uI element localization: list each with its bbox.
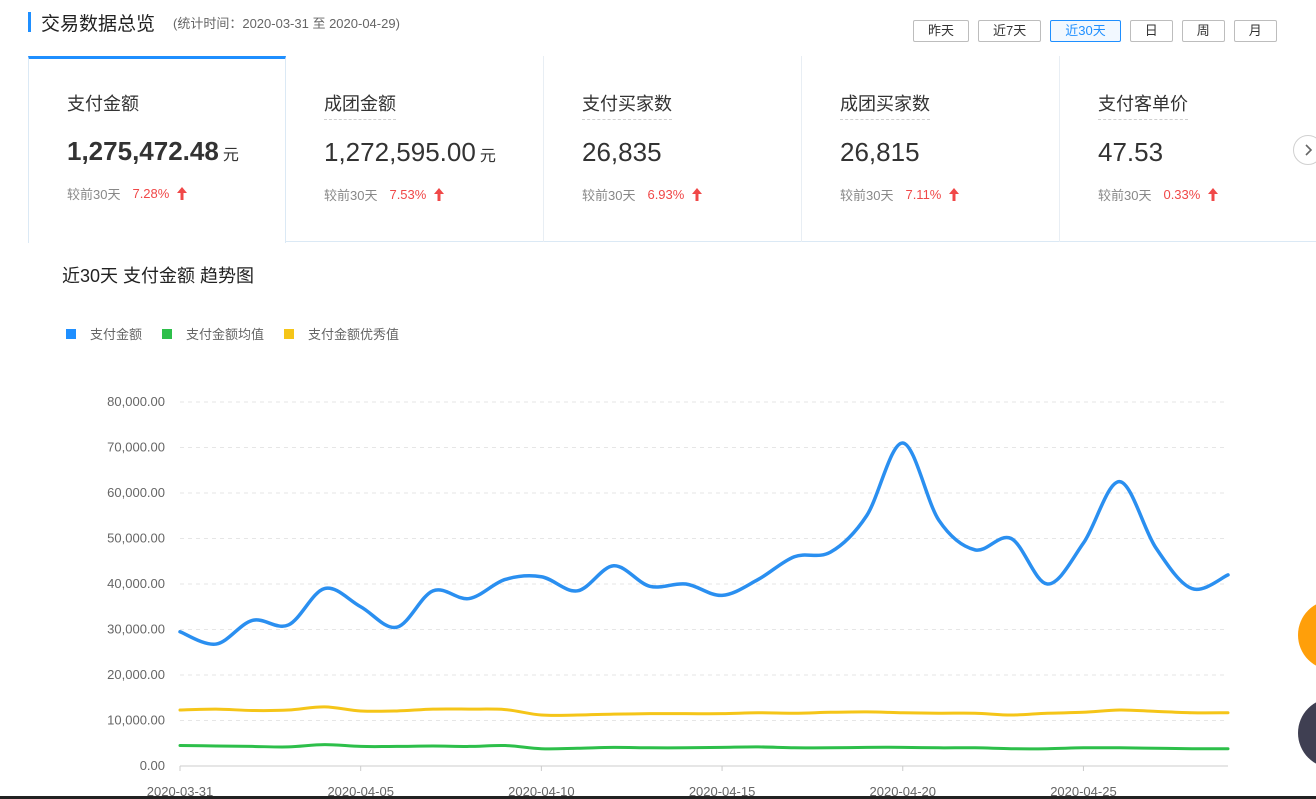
metric-unit: 元 [479, 148, 496, 165]
metric-name: 支付买家数 [582, 90, 672, 120]
arrow-up-icon [949, 188, 960, 201]
metric-compare: 较前30天 6.93% [582, 185, 801, 204]
y-tick-label: 20,000.00 [107, 667, 165, 682]
metric-name: 支付金额 [67, 94, 139, 114]
metric-name: 成团买家数 [840, 90, 930, 120]
metric-number: 47.53 [1098, 137, 1164, 167]
arrow-up-icon [1208, 188, 1219, 201]
legend-swatch [162, 328, 173, 339]
arrow-up-icon [434, 188, 445, 201]
metric-card-group-amount[interactable]: 成团金额 1,272,595.00 元 较前30天 7.53% [286, 56, 544, 242]
legend-label: 支付金额 [90, 327, 143, 342]
metric-number: 26,835 [582, 137, 662, 167]
metric-value: 1,275,472.48 元 [67, 136, 285, 167]
compare-percent: 0.33% [1163, 187, 1201, 202]
period-30days-button[interactable]: 近30天 [1050, 20, 1121, 42]
compare-label: 较前30天 [1098, 188, 1152, 203]
page-title: 交易数据总览 [41, 13, 156, 35]
compare-label: 较前30天 [582, 188, 636, 203]
metric-compare: 较前30天 0.33% [1098, 185, 1316, 204]
trade-overview-page: 交易数据总览 (统计时间：2020-03-31 至 2020-04-29) 昨天… [0, 0, 1316, 799]
y-tick-label: 80,000.00 [107, 394, 165, 409]
compare-percent: 7.53% [389, 187, 427, 202]
metric-number: 1,275,472.48 [67, 136, 219, 166]
series-line-pay-amount-avg [178, 743, 1230, 751]
compare-label: 较前30天 [840, 188, 894, 203]
legend-swatch [66, 328, 76, 339]
y-tick-label: 10,000.00 [107, 713, 165, 728]
section-accent-bar [28, 12, 31, 32]
section-header: 交易数据总览 (统计时间：2020-03-31 至 2020-04-29) [28, 8, 400, 36]
metric-card-pay-buyers[interactable]: 支付买家数 26,835 较前30天 6.93% [544, 56, 802, 242]
legend-item-pay-amount-excellent[interactable]: 支付金额优秀值 [284, 324, 399, 343]
period-selector: 昨天 近7天 近30天 日 周 月 [913, 20, 1277, 42]
compare-percent: 6.93% [647, 187, 685, 202]
metric-value: 26,815 [840, 137, 1059, 168]
period-week-button[interactable]: 周 [1181, 20, 1225, 42]
metric-unit: 元 [222, 147, 239, 164]
stat-date-range: (统计时间：2020-03-31 至 2020-04-29) [173, 15, 400, 31]
metric-compare: 较前30天 7.53% [324, 185, 543, 204]
y-tick-label: 30,000.00 [107, 622, 165, 637]
metric-card-unit-price[interactable]: 支付客单价 47.53 较前30天 0.33% [1060, 56, 1316, 242]
compare-percent: 7.28% [132, 186, 170, 201]
y-tick-label: 50,000.00 [107, 531, 165, 546]
legend-label: 支付金额均值 [186, 327, 265, 342]
period-7days-button[interactable]: 近7天 [978, 20, 1042, 42]
metric-number: 1,272,595.00 [324, 137, 476, 167]
period-day-button[interactable]: 日 [1129, 20, 1173, 42]
arrow-up-icon [692, 188, 703, 201]
compare-label: 较前30天 [67, 187, 121, 202]
series-line-pay-amount-excellent [178, 705, 1230, 717]
metric-cards: 支付金额 1,275,472.48 元 较前30天 7.28% 成团金额 1,27… [28, 56, 1316, 243]
compare-label: 较前30天 [324, 188, 378, 203]
metric-name: 成团金额 [324, 90, 396, 120]
cards-next-button[interactable] [1293, 135, 1316, 165]
metric-card-pay-amount[interactable]: 支付金额 1,275,472.48 元 较前30天 7.28% [28, 56, 286, 243]
series-line-pay-amount [178, 441, 1230, 646]
metric-value: 47.53 [1098, 137, 1316, 168]
legend-swatch [284, 328, 295, 339]
metric-card-group-buyers[interactable]: 成团买家数 26,815 较前30天 7.11% [802, 56, 1060, 242]
chart-title: 近30天 支付金额 趋势图 [62, 266, 255, 286]
metric-compare: 较前30天 7.11% [840, 185, 1059, 204]
metric-value: 1,272,595.00 元 [324, 137, 543, 168]
period-yesterday-button[interactable]: 昨天 [913, 20, 970, 42]
trend-line-chart: 0.00 10,000.00 20,000.00 30,000.00 40,000.00… [107, 394, 1230, 799]
metric-number: 26,815 [840, 137, 920, 167]
metric-value: 26,835 [582, 137, 801, 168]
period-month-button[interactable]: 月 [1233, 20, 1277, 42]
y-tick-label: 40,000.00 [107, 576, 165, 591]
legend-item-pay-amount[interactable]: 支付金额 [66, 324, 142, 343]
compare-percent: 7.11% [905, 187, 942, 202]
y-tick-label: 0.00 [140, 758, 165, 773]
chart-legend: 支付金额 支付金额均值 支付金额优秀值 [66, 324, 399, 343]
legend-label: 支付金额优秀值 [308, 327, 400, 342]
y-tick-label: 70,000.00 [107, 440, 165, 455]
chevron-right-icon [1305, 144, 1313, 156]
arrow-up-icon [177, 187, 188, 200]
metric-name: 支付客单价 [1098, 90, 1188, 120]
metric-compare: 较前30天 7.28% [67, 184, 285, 203]
legend-item-pay-amount-avg[interactable]: 支付金额均值 [162, 324, 264, 343]
y-tick-label: 60,000.00 [107, 485, 165, 500]
